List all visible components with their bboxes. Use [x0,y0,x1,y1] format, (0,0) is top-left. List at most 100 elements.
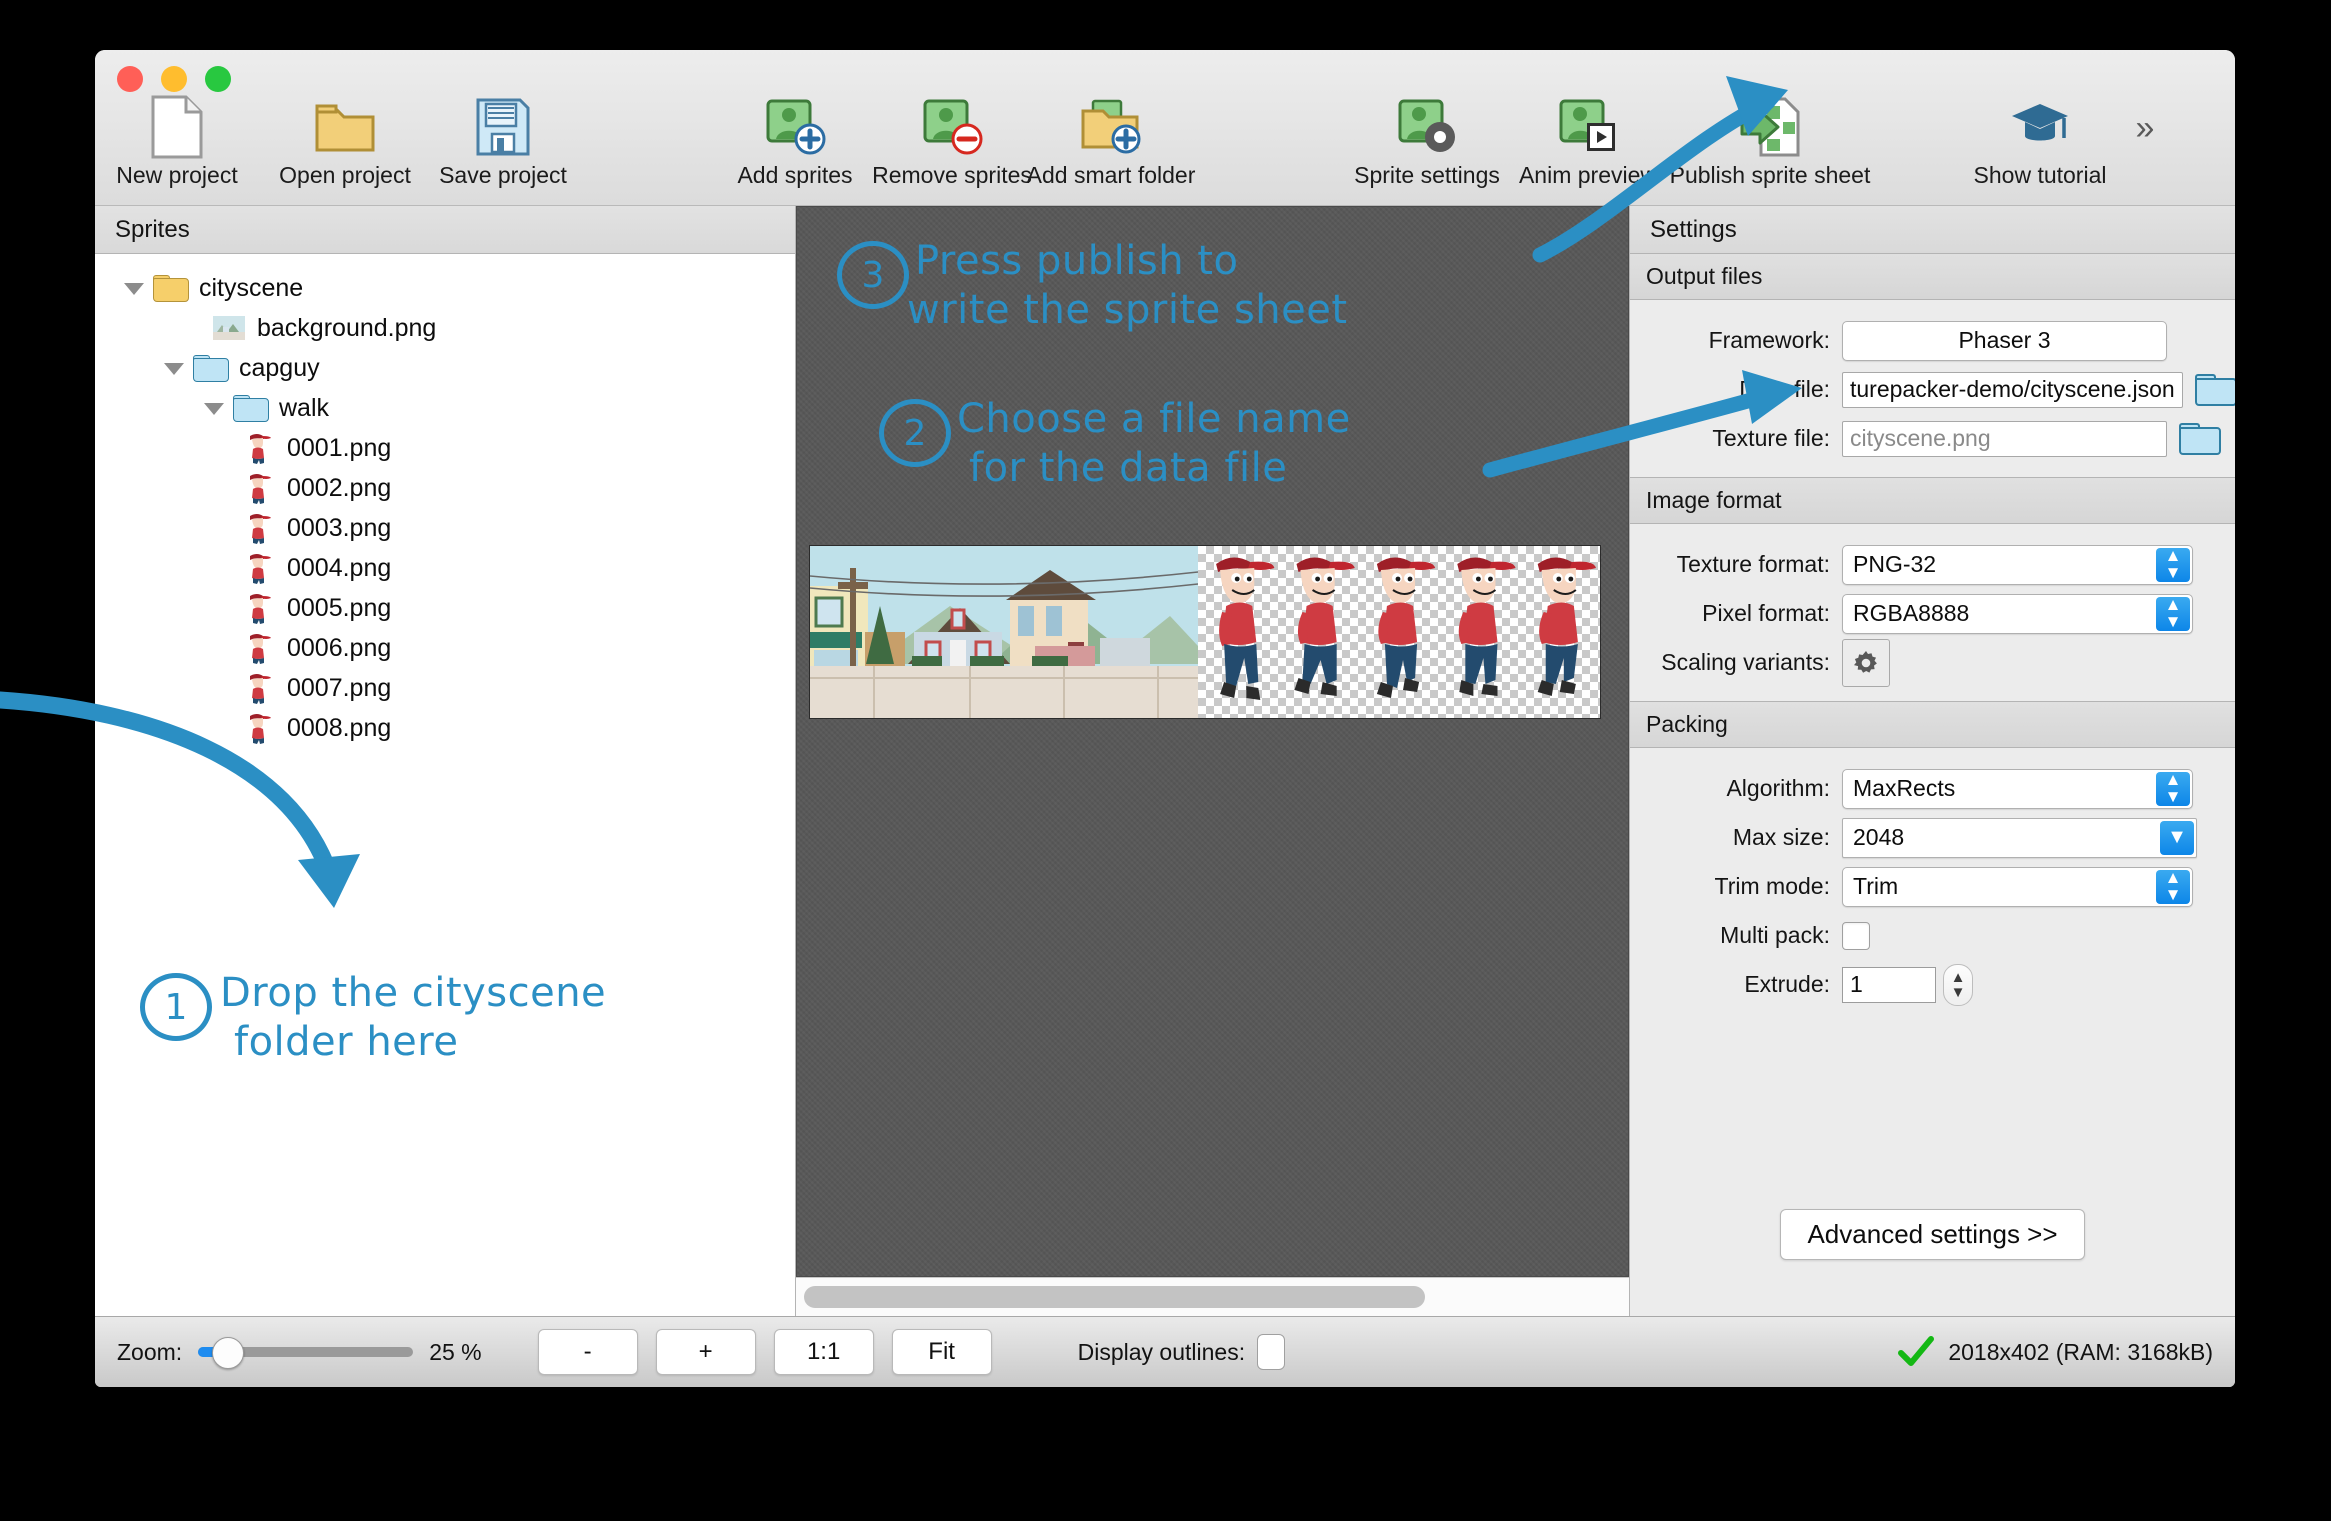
extrude-stepper[interactable]: ▲▼ [1943,964,1973,1006]
maximize-button[interactable] [205,66,231,92]
sprite-thumbnail-icon [245,552,271,584]
background-sprite-preview [810,546,1198,718]
annotation-step1-number: 1 [140,973,212,1041]
sprite-thumbnail-icon [245,512,271,544]
disclosure-triangle-icon[interactable] [121,275,147,301]
disclosure-spacer-icon [181,315,207,341]
texture-format-select[interactable]: PNG-32 ▲▼ [1842,545,2193,585]
stepper-arrows-icon[interactable]: ▲▼ [2156,548,2190,582]
toolbar-button-publish-sprite-sheet[interactable]: Publish sprite sheet [1655,96,1885,189]
sprite-thumbnail-icon [245,672,271,704]
sprite-thumbnail-icon [245,592,271,624]
tree-item-cityscene[interactable]: cityscene [95,268,795,308]
sprite-settings-icon [1337,96,1517,158]
group-header-image-format: Image format [1630,477,2235,524]
row-texture-file: Texture file: cityscene.png [1630,414,2235,463]
chevron-down-icon[interactable]: ▼ [2160,821,2194,855]
row-data-file: Data file: turepacker-demo/cityscene.jso… [1630,365,2235,414]
framework-value: Phaser 3 [1958,327,2050,354]
tree-item-sprite[interactable]: 0003.png [95,508,795,548]
data-file-input[interactable]: turepacker-demo/cityscene.json [1842,372,2183,408]
multi-pack-checkbox[interactable] [1842,922,1870,950]
tree-item-capguy[interactable]: capguy [95,348,795,388]
trim-mode-value: Trim [1853,873,1898,900]
sprite-thumbnail-icon [245,632,271,664]
max-size-value: 2048 [1853,824,1904,851]
zoom-in-button[interactable]: + [656,1329,756,1375]
scaling-variants-button[interactable] [1842,639,1890,687]
canvas-horizontal-scrollbar[interactable] [796,1277,1629,1316]
graduation-cap-icon [1950,96,2130,158]
toolbar-label: Show tutorial [1950,162,2130,189]
pixel-format-label: Pixel format: [1630,600,1842,627]
sprite-thumbnail-icon [245,712,271,744]
toolbar-label: Anim preview [1498,162,1678,189]
framework-select[interactable]: Phaser 3 [1842,321,2167,361]
tree-item-label: walk [279,394,329,423]
data-file-label: Data file: [1630,376,1842,403]
stepper-arrows-icon[interactable]: ▲▼ [2156,597,2190,631]
sprite-tree[interactable]: cityscene background.png capguy [95,254,795,1316]
zoom-fit-button[interactable]: Fit [892,1329,992,1375]
row-scaling-variants: Scaling variants: [1630,638,2235,687]
tree-item-label: background.png [257,314,436,343]
gear-icon [1852,649,1880,677]
toolbar-button-remove-sprites[interactable]: Remove sprites [862,96,1042,189]
extrude-label: Extrude: [1630,971,1842,998]
annotation-step3-number: 3 [837,241,909,309]
tree-item-sprite[interactable]: 0004.png [95,548,795,588]
tree-item-walk[interactable]: walk [95,388,795,428]
extrude-input[interactable]: 1 [1842,967,1936,1003]
sprites-panel-title: Sprites [95,206,795,254]
folder-icon [193,355,227,382]
toolbar-label: Publish sprite sheet [1655,162,1885,189]
texture-file-input[interactable]: cityscene.png [1842,421,2167,457]
tree-item-label: 0004.png [287,554,391,583]
algorithm-select[interactable]: MaxRects ▲▼ [1842,769,2193,809]
close-button[interactable] [117,66,143,92]
tree-item-sprite[interactable]: 0006.png [95,628,795,668]
tree-item-sprite[interactable]: 0002.png [95,468,795,508]
disclosure-triangle-icon[interactable] [201,395,227,421]
scrollbar-thumb[interactable] [804,1286,1425,1308]
multi-pack-label: Multi pack: [1630,922,1842,949]
toolbar-button-sprite-settings[interactable]: Sprite settings [1337,96,1517,189]
row-algorithm: Algorithm: MaxRects ▲▼ [1630,764,2235,813]
toolbar-button-new-project[interactable]: New project [95,96,267,189]
toolbar-label: Sprite settings [1337,162,1517,189]
tree-item-sprite[interactable]: 0007.png [95,668,795,708]
image-thumbnail-icon [213,316,245,340]
publish-icon [1655,96,1885,158]
pixel-format-select[interactable]: RGBA8888 ▲▼ [1842,594,2193,634]
zoom-out-button[interactable]: - [538,1329,638,1375]
toolbar-overflow-button[interactable]: » [2105,108,2185,148]
advanced-settings-button[interactable]: Advanced settings >> [1780,1209,2084,1260]
zoom-slider-knob[interactable] [212,1337,244,1369]
toolbar-label: Save project [413,162,593,189]
toolbar-button-anim-preview[interactable]: Anim preview [1498,96,1678,189]
disclosure-triangle-icon[interactable] [161,355,187,381]
data-file-browse-icon[interactable] [2195,374,2233,406]
zoom-slider[interactable] [198,1347,413,1357]
tree-item-background[interactable]: background.png [95,308,795,348]
toolbar-button-open-project[interactable]: Open project [255,96,435,189]
stepper-arrows-icon[interactable]: ▲▼ [2156,772,2190,806]
toolbar-button-add-smart-folder[interactable]: Add smart folder [1021,96,1201,189]
folder-icon [153,275,187,302]
display-outlines-checkbox[interactable] [1257,1334,1285,1370]
sprite-sheet-preview[interactable] [809,545,1601,719]
trim-mode-select[interactable]: Trim ▲▼ [1842,867,2193,907]
stepper-arrows-icon[interactable]: ▲▼ [2156,870,2190,904]
toolbar-button-show-tutorial[interactable]: Show tutorial [1950,96,2130,189]
tree-item-sprite[interactable]: 0008.png [95,708,795,748]
max-size-combobox[interactable]: 2048 ▼ [1842,818,2197,858]
floppy-disk-icon [413,96,593,158]
tree-item-sprite[interactable]: 0001.png [95,428,795,468]
sprite-sheet-canvas[interactable]: 3 Press publish towrite the sprite sheet… [796,206,1629,1277]
minimize-button[interactable] [161,66,187,92]
texture-file-browse-icon[interactable] [2179,423,2217,455]
tree-item-sprite[interactable]: 0005.png [95,588,795,628]
zoom-actual-size-button[interactable]: 1:1 [774,1329,874,1375]
toolbar-button-add-sprites[interactable]: Add sprites [705,96,885,189]
toolbar-button-save-project[interactable]: Save project [413,96,593,189]
